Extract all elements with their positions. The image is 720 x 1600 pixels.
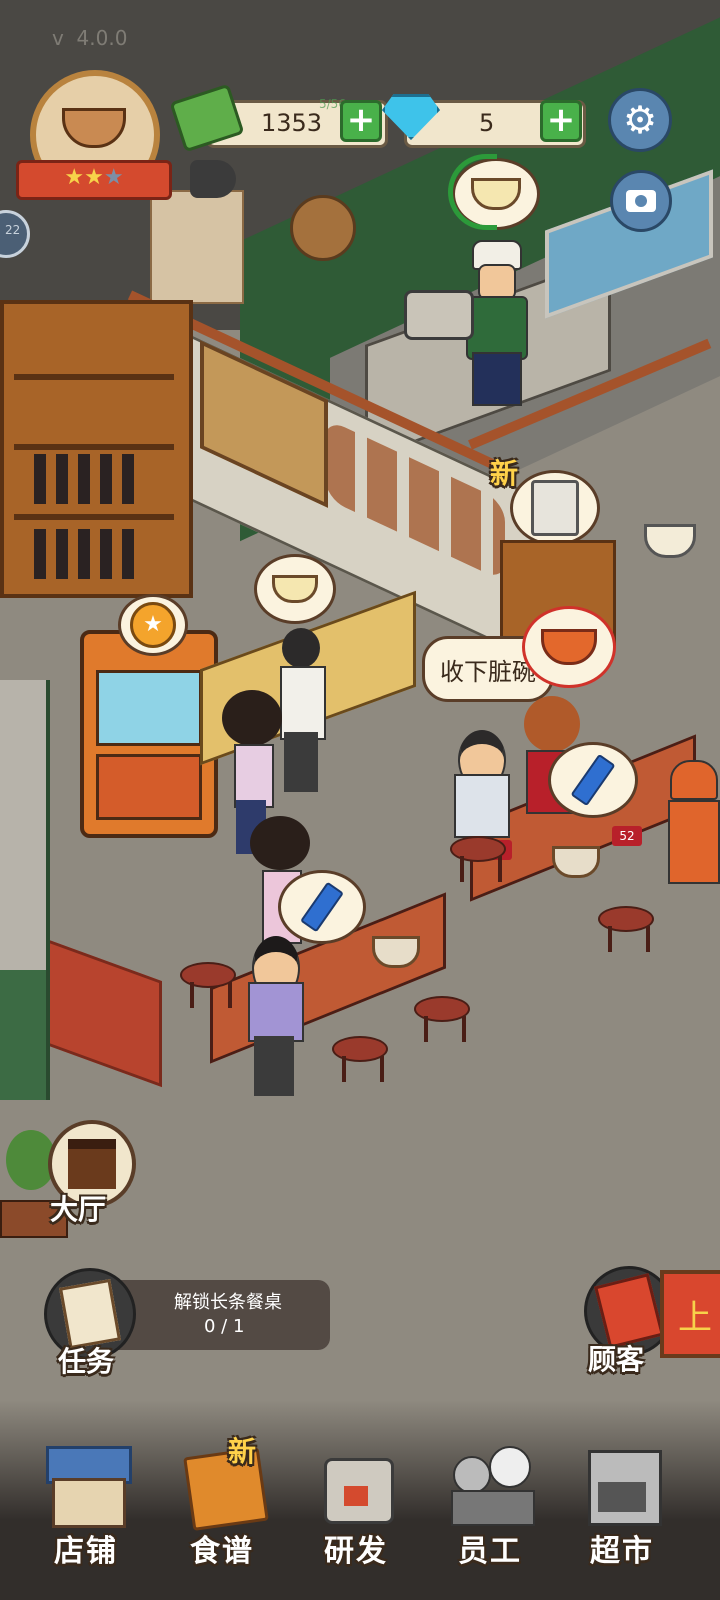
nav-recipes[interactable]: 新 食谱 bbox=[162, 1430, 282, 1570]
camera-icon bbox=[626, 190, 656, 212]
side-badge-number: 22 bbox=[5, 223, 21, 237]
wall-notices bbox=[150, 190, 244, 304]
nav-staff-label: 员工 bbox=[458, 1534, 522, 1569]
camera-button[interactable] bbox=[610, 170, 672, 232]
noodle-bowl-icon bbox=[272, 575, 318, 603]
star-icon: ★ bbox=[84, 165, 104, 190]
waiter-character[interactable] bbox=[244, 936, 304, 1106]
broom-icon bbox=[300, 881, 344, 933]
settings-button[interactable]: ⚙ bbox=[608, 88, 672, 152]
cash-amount: 1353 bbox=[261, 109, 323, 137]
stool bbox=[180, 962, 236, 1008]
star-icon: ★ bbox=[103, 165, 124, 190]
spicy-noodle-order-bubble[interactable] bbox=[522, 606, 616, 688]
cooking-pot-icon bbox=[314, 1442, 398, 1526]
stool bbox=[414, 996, 470, 1042]
nav-recipes-new-badge: 新 bbox=[228, 1435, 257, 1468]
staff-icon bbox=[445, 1442, 535, 1526]
dirty-dishes-text: 收下脏碗 bbox=[440, 657, 536, 686]
table-number-52: 52 bbox=[612, 826, 642, 846]
version-label: v 4.0.0 bbox=[52, 26, 128, 50]
task-progress: 0 / 1 bbox=[204, 1316, 245, 1337]
nav-shop[interactable]: 店铺 bbox=[26, 1430, 146, 1570]
gacha-machine[interactable] bbox=[80, 630, 218, 838]
megaphone bbox=[190, 160, 236, 198]
fridge-icon bbox=[531, 480, 579, 536]
clean-table-bubble-right[interactable] bbox=[548, 742, 638, 818]
nav-supermarket[interactable]: 超市 bbox=[562, 1430, 682, 1570]
nav-research-label: 研发 bbox=[324, 1534, 388, 1569]
upgrade-sign[interactable]: 上 bbox=[660, 1270, 720, 1358]
broom-icon bbox=[570, 753, 616, 807]
stool bbox=[450, 836, 506, 882]
hall-button[interactable]: 大厅 bbox=[40, 1120, 140, 1230]
left-wall bbox=[0, 680, 50, 1100]
star-icon: ★ bbox=[64, 165, 85, 190]
clean-table-bubble-left[interactable] bbox=[278, 870, 366, 944]
restaurant-badge[interactable]: ★★★ bbox=[16, 70, 172, 200]
dirty-bowl-left bbox=[372, 936, 420, 968]
customer-at-register[interactable] bbox=[276, 628, 326, 798]
fridge-bubble[interactable] bbox=[510, 470, 600, 546]
nav-staff[interactable]: 员工 bbox=[430, 1430, 550, 1570]
cashier-order-bubble[interactable] bbox=[254, 554, 336, 624]
coin-bubble[interactable]: ★ bbox=[118, 594, 188, 656]
gear-icon: ⚙ bbox=[622, 98, 658, 142]
hanging-sieve bbox=[290, 195, 356, 261]
egg-bowl bbox=[644, 524, 696, 558]
cooking-pot bbox=[404, 290, 474, 340]
stool bbox=[598, 906, 654, 952]
add-cash-button[interactable]: + bbox=[340, 100, 382, 142]
customer-worker-orange[interactable] bbox=[664, 760, 720, 910]
rating-ribbon: ★★★ bbox=[16, 160, 172, 200]
stool bbox=[332, 1036, 388, 1082]
star-coin-icon: ★ bbox=[130, 602, 176, 648]
nav-recipes-label: 食谱 bbox=[190, 1534, 254, 1569]
upgrade-sign-text: 上 bbox=[678, 1298, 712, 1338]
gem-amount: 5 bbox=[479, 109, 495, 137]
spicy-noodle-icon bbox=[541, 629, 597, 665]
task-title: 解锁长条餐桌 bbox=[174, 1292, 282, 1313]
hall-label: 大厅 bbox=[50, 1193, 107, 1226]
red-rug bbox=[46, 938, 162, 1088]
add-gems-button[interactable]: + bbox=[540, 100, 582, 142]
dirty-bowl-right bbox=[552, 846, 600, 878]
customers-label: 顾客 bbox=[588, 1343, 645, 1376]
nav-research[interactable]: 研发 bbox=[296, 1430, 416, 1570]
supermarket-icon bbox=[578, 1442, 666, 1526]
task-label: 任务 bbox=[58, 1345, 115, 1378]
wine-shelf bbox=[0, 300, 193, 598]
task-button[interactable]: 任务 bbox=[40, 1268, 136, 1378]
fridge-new-badge: 新 bbox=[490, 457, 519, 490]
nav-shop-label: 店铺 bbox=[54, 1534, 118, 1569]
shop-icon bbox=[42, 1446, 132, 1528]
nav-supermarket-label: 超市 bbox=[590, 1534, 654, 1569]
